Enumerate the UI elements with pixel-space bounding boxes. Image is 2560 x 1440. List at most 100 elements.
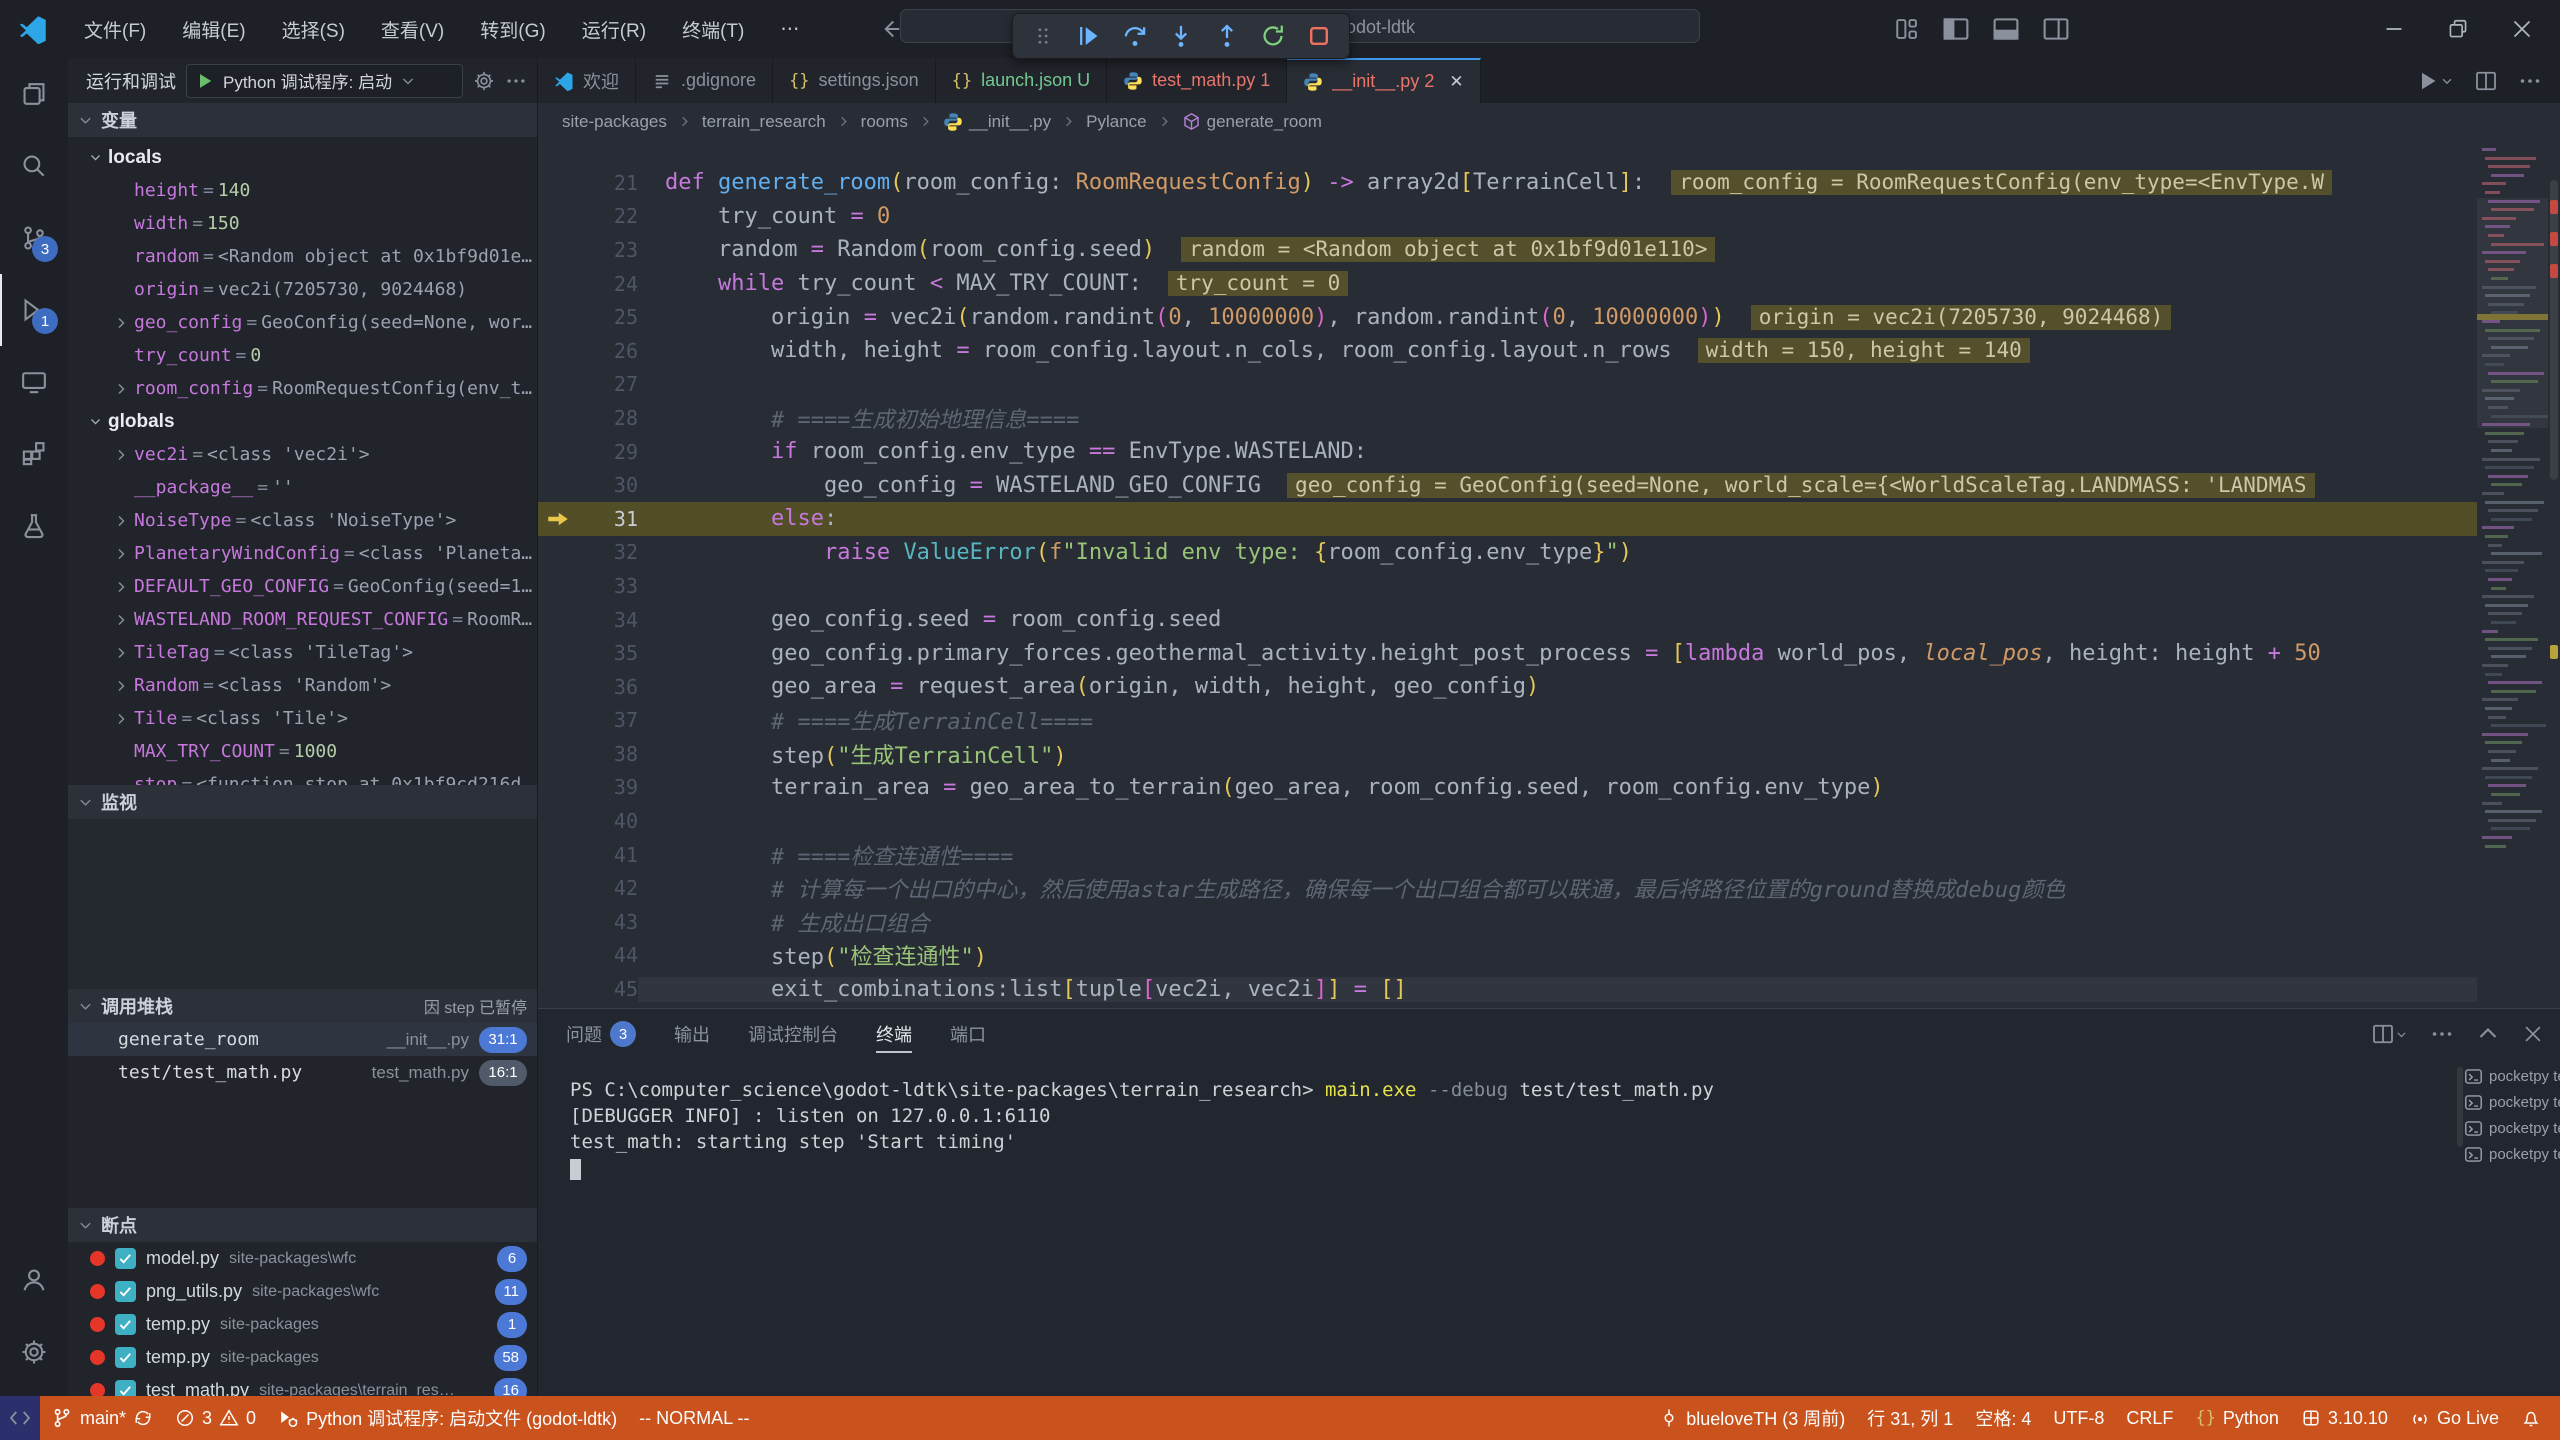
code-line-45[interactable]: 45 exit_combinations:list[tuple[vec2i, v…	[538, 972, 2477, 1006]
blame-info[interactable]: blueloveTH (3 周前)	[1648, 1396, 1856, 1440]
debug-config-dropdown[interactable]: Python 调试程序: 启动	[186, 64, 463, 98]
code-line-29[interactable]: 29 if room_config.env_type == EnvType.WA…	[538, 435, 2477, 469]
breadcrumb-item[interactable]: site-packages	[562, 112, 667, 132]
run-python-file-icon[interactable]	[2416, 69, 2454, 93]
terminal-instance[interactable]: pocketpy te…	[2464, 1093, 2560, 1112]
terminal-instance[interactable]: pocketpy te…	[2464, 1067, 2560, 1086]
start-debug-icon[interactable]	[195, 71, 215, 91]
panel-more-actions-icon[interactable]	[2430, 1022, 2454, 1046]
variable-row[interactable]: MAX_TRY_COUNT=1000	[68, 735, 537, 768]
code-editor[interactable]: 21def generate_room(room_config: RoomReq…	[538, 140, 2560, 1008]
variable-row[interactable]: room_config=RoomRequestConfig(env_t…	[68, 372, 537, 405]
terminal-output[interactable]: PS C:\computer_science\godot-ldtk\site-p…	[538, 1059, 2456, 1396]
breadcrumb-item[interactable]: terrain_research	[702, 112, 826, 132]
breakpoint-checkbox[interactable]	[115, 1347, 136, 1368]
variable-row[interactable]: vec2i=<class 'vec2i'>	[68, 438, 537, 471]
toggle-sidebar-icon[interactable]	[1942, 15, 1970, 43]
breadcrumb-item[interactable]: generate_room	[1182, 112, 1322, 132]
menu-item-f[interactable]: 文件(F)	[68, 10, 162, 49]
stack-frame[interactable]: test/test_math.pytest_math.py16:1	[68, 1056, 537, 1089]
notifications-bell[interactable]	[2510, 1396, 2552, 1440]
variable-row[interactable]: Random=<class 'Random'>	[68, 669, 537, 702]
menu-item-s[interactable]: 选择(S)	[266, 10, 361, 49]
variables-section-header[interactable]: 变量	[68, 103, 537, 137]
split-editor-icon[interactable]	[2474, 69, 2498, 93]
tab-[interactable]: 欢迎	[538, 58, 636, 103]
menu-item-r[interactable]: 运行(R)	[566, 10, 662, 49]
step-over-icon[interactable]	[1115, 17, 1155, 55]
vim-mode[interactable]: -- NORMAL --	[628, 1396, 760, 1440]
breakpoint-checkbox[interactable]	[115, 1281, 136, 1302]
git-branch[interactable]: main*	[40, 1396, 164, 1440]
split-terminal-icon[interactable]	[2371, 1022, 2408, 1046]
code-line-41[interactable]: 41 # ====检查连通性====	[538, 838, 2477, 872]
breakpoint-row[interactable]: temp.pysite-packages1	[68, 1308, 537, 1341]
tab-__init__.py[interactable]: __init__.py 2✕	[1287, 58, 1480, 103]
tab-test_math.py[interactable]: test_math.py 1	[1107, 58, 1287, 103]
cursor-position[interactable]: 行 31, 列 1	[1856, 1396, 1964, 1440]
tab-settings.json[interactable]: {}settings.json	[773, 58, 936, 103]
minimap[interactable]	[2477, 140, 2548, 1008]
close-window-icon[interactable]	[2494, 6, 2550, 52]
code-line-40[interactable]: 40	[538, 804, 2477, 838]
problems[interactable]: 30	[164, 1396, 267, 1440]
code-line-23[interactable]: 23 random = Random(room_config.seed)rand…	[538, 233, 2477, 267]
code-line-25[interactable]: 25 origin = vec2i(random.randint(0, 1000…	[538, 300, 2477, 334]
activity-source-control-icon[interactable]: 3	[0, 202, 68, 274]
breakpoints-section-header[interactable]: 断点	[68, 1208, 537, 1242]
activity-run-debug-icon[interactable]: 1	[0, 274, 68, 346]
breakpoint-checkbox[interactable]	[115, 1248, 136, 1269]
menu-item-t[interactable]: 终端(T)	[666, 10, 760, 49]
activity-files-icon[interactable]	[0, 58, 68, 130]
code-line-42[interactable]: 42 # 计算每一个出口的中心，然后使用astar生成路径，确保每一个出口组合都…	[538, 871, 2477, 905]
breadcrumb-item[interactable]: Pylance	[1086, 112, 1146, 132]
code-line-32[interactable]: 32 raise ValueError(f"Invalid env type: …	[538, 536, 2477, 570]
activity-search-icon[interactable]	[0, 130, 68, 202]
variable-row[interactable]: stop=<function stop at 0x1bf9cd216d	[68, 768, 537, 785]
code-line-43[interactable]: 43 # 生成出口组合	[538, 905, 2477, 939]
code-line-28[interactable]: 28 # ====生成初始地理信息====	[538, 401, 2477, 435]
variable-row[interactable]: try_count=0	[68, 339, 537, 372]
toggle-panel-icon[interactable]	[1992, 15, 2020, 43]
breakpoint-row[interactable]: temp.pysite-packages58	[68, 1341, 537, 1374]
code-line-36[interactable]: 36 geo_area = request_area(origin, width…	[538, 670, 2477, 704]
go-live[interactable]: Go Live	[2399, 1396, 2510, 1440]
breakpoint-row[interactable]: png_utils.pysite-packages\wfc11	[68, 1275, 537, 1308]
eol[interactable]: CRLF	[2115, 1396, 2184, 1440]
code-line-44[interactable]: 44 step("检查连通性")	[538, 939, 2477, 973]
close-tab-icon[interactable]: ✕	[1449, 72, 1463, 92]
python-version[interactable]: 3.10.10	[2290, 1396, 2399, 1440]
code-line-39[interactable]: 39 terrain_area = geo_area_to_terrain(ge…	[538, 771, 2477, 805]
breakpoint-row[interactable]: test_math.pysite-packages\terrain_res…16	[68, 1374, 537, 1396]
menu-item-v[interactable]: 查看(V)	[365, 10, 460, 49]
breakpoint-row[interactable]: model.pysite-packages\wfc6	[68, 1242, 537, 1275]
debug-gear-icon[interactable]	[473, 70, 495, 92]
variables-group-globals[interactable]: globals	[68, 405, 537, 438]
tab-launch.json[interactable]: {}launch.json U	[936, 58, 1108, 103]
variable-row[interactable]: Tile=<class 'Tile'>	[68, 702, 537, 735]
variables-group-locals[interactable]: locals	[68, 141, 537, 174]
panel-tab-调试控制台[interactable]: 调试控制台	[748, 1009, 838, 1059]
activity-extensions-icon[interactable]	[0, 418, 68, 490]
editor-scrollbar[interactable]	[2548, 140, 2560, 1008]
menu-item-g[interactable]: 转到(G)	[464, 10, 561, 49]
code-line-31[interactable]: 31 else:	[538, 502, 2477, 536]
code-line-34[interactable]: 34 geo_config.seed = room_config.seed	[538, 603, 2477, 637]
customize-layout-icon[interactable]	[1894, 16, 1920, 42]
terminal-instance[interactable]: pocketpy te…	[2464, 1119, 2560, 1138]
stack-frame[interactable]: generate_room__init__.py31:1	[68, 1023, 537, 1056]
code-line-26[interactable]: 26 width, height = room_config.layout.n_…	[538, 334, 2477, 368]
more-actions-icon[interactable]	[505, 70, 527, 92]
tab-.gdignore[interactable]: .gdignore	[636, 58, 773, 103]
code-line-38[interactable]: 38 step("生成TerrainCell")	[538, 737, 2477, 771]
variable-row[interactable]: DEFAULT_GEO_CONFIG=GeoConfig(seed=1…	[68, 570, 537, 603]
restore-icon[interactable]	[2430, 6, 2486, 52]
variable-row[interactable]: height=140	[68, 174, 537, 207]
code-line-24[interactable]: 24 while try_count < MAX_TRY_COUNT:try_c…	[538, 267, 2477, 301]
activity-remote-window-icon[interactable]	[0, 346, 68, 418]
variable-row[interactable]: random=<Random object at 0x1bf9d01e…	[68, 240, 537, 273]
variable-row[interactable]: TileTag=<class 'TileTag'>	[68, 636, 537, 669]
stop-icon[interactable]	[1299, 17, 1339, 55]
indentation[interactable]: 空格: 4	[1964, 1396, 2042, 1440]
panel-tab-终端[interactable]: 终端	[876, 1009, 912, 1059]
